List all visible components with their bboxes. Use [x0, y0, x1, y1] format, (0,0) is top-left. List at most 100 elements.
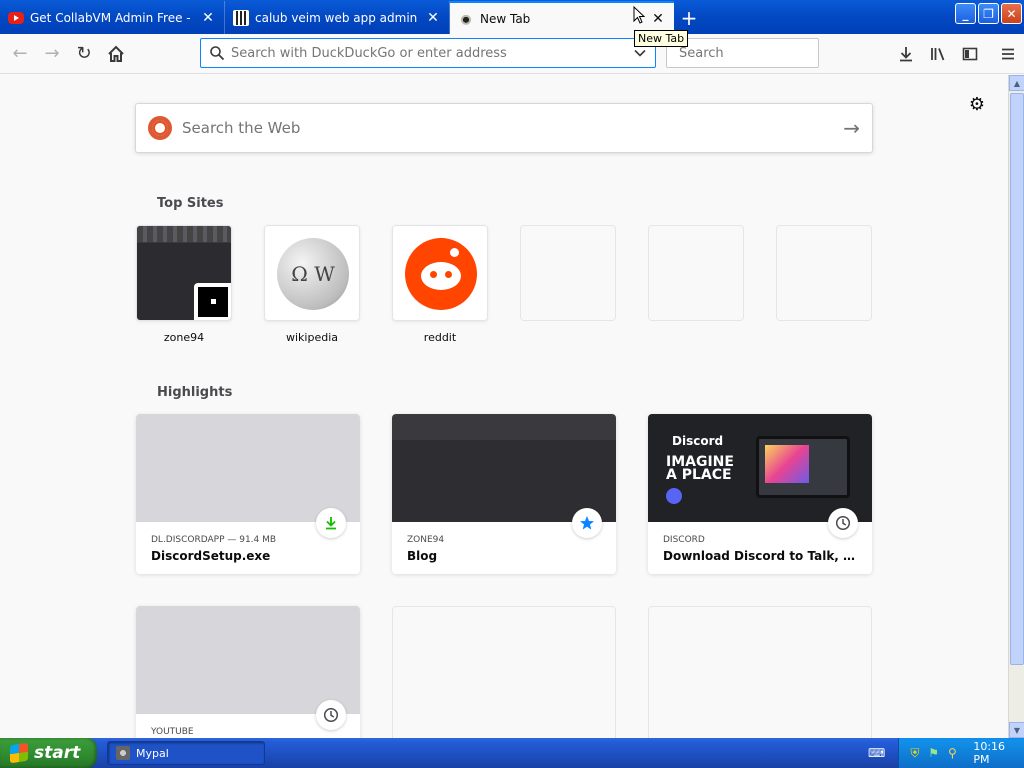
reload-icon: ↻	[76, 43, 92, 64]
discord-laptop-graphic	[756, 436, 850, 498]
card-source: DISCORD	[663, 535, 705, 545]
wikipedia-globe-icon: Ω W	[277, 238, 349, 310]
restore-button[interactable]: ❐	[978, 3, 999, 24]
forward-button[interactable]: →	[36, 38, 68, 70]
home-button[interactable]	[100, 38, 132, 70]
mypal-icon	[458, 10, 474, 27]
top-site-reddit[interactable]	[392, 225, 488, 321]
download-icon	[900, 47, 912, 62]
tab-tooltip: New Tab	[634, 30, 689, 47]
card-image	[136, 414, 360, 522]
start-button[interactable]: start	[0, 738, 97, 768]
address-input[interactable]	[231, 45, 633, 61]
top-site-zone94[interactable]	[136, 225, 232, 321]
duckduckgo-logo-icon	[148, 116, 172, 140]
keyboard-icon[interactable]: ⌨	[868, 746, 885, 760]
history-clock-icon	[316, 700, 346, 730]
card-image	[136, 606, 360, 714]
address-bar[interactable]	[200, 38, 656, 68]
plus-icon: +	[680, 5, 698, 30]
menu-button[interactable]	[992, 38, 1024, 70]
library-button[interactable]	[922, 38, 954, 70]
zone94-favicon-icon	[194, 283, 231, 320]
card-source: DL.DISCORDAPP — 91.4 MB	[151, 535, 277, 545]
highlight-card-empty	[392, 606, 616, 738]
top-site-wikipedia[interactable]: Ω W	[264, 225, 360, 321]
top-site-label: reddit	[423, 331, 457, 344]
discord-image-headline: IMAGINE A PLACE	[666, 454, 734, 483]
web-search-box[interactable]: →	[135, 103, 873, 153]
gear-icon: ⚙	[968, 93, 986, 115]
history-clock-icon	[828, 508, 858, 538]
web-search-input[interactable]	[182, 119, 844, 137]
tab-title: Get CollabVM Admin Free - YouTube	[30, 10, 194, 25]
card-title: Blog	[407, 549, 438, 563]
top-site-empty[interactable]	[648, 225, 744, 321]
close-window-button[interactable]: ✕	[1001, 3, 1022, 24]
scroll-down-button[interactable]: ▼	[1009, 722, 1024, 738]
tab-title: New Tab	[480, 11, 531, 26]
tab-strip: Get CollabVM Admin Free - YouTube ✕ calu…	[0, 0, 1024, 34]
download-icon	[316, 508, 346, 538]
highlight-card-youtube[interactable]: YOUTUBE	[136, 606, 360, 738]
back-arrow-icon: ←	[12, 43, 28, 64]
discord-image-wordmark: Discord	[672, 434, 724, 448]
window-controls: _ ❐ ✕	[955, 3, 1022, 24]
bookmark-star-icon	[572, 508, 602, 538]
back-button[interactable]: ←	[4, 38, 36, 70]
minimize-button[interactable]: _	[955, 3, 976, 24]
scroll-thumb[interactable]	[1010, 93, 1024, 665]
tab-exploit[interactable]: calub veim web app admin exploit ✕	[225, 1, 450, 34]
sidebar-icon	[962, 47, 978, 61]
search-bar[interactable]	[666, 38, 849, 68]
navigation-toolbar: ← → ↻	[0, 34, 1024, 74]
chevron-down-icon[interactable]	[633, 46, 647, 60]
system-tray: ⛨ ⚑ ⚲ 10:16 PM	[898, 738, 1024, 768]
taskbar-item-label: Mypal	[136, 746, 169, 760]
hamburger-menu-icon	[1002, 48, 1014, 60]
top-site-label: wikipedia	[285, 331, 338, 344]
discord-download-icon	[666, 488, 682, 504]
card-image: Discord IMAGINE A PLACE	[648, 414, 872, 522]
search-go-arrow-icon[interactable]: →	[843, 116, 860, 140]
start-label: start	[34, 743, 81, 763]
new-tab-page: ⚙ → Top Sites zone94 Ω W wikipedia reddi…	[0, 75, 1008, 738]
reddit-logo-icon	[405, 238, 477, 310]
windows-logo-icon	[10, 742, 28, 764]
top-sites-heading: Top Sites	[157, 196, 224, 211]
card-title: Download Discord to Talk, Chat, ...	[663, 549, 863, 563]
scroll-up-button[interactable]: ▲	[1009, 75, 1024, 91]
top-site-empty[interactable]	[776, 225, 872, 321]
close-tab-icon[interactable]: ✕	[200, 10, 216, 26]
tab-youtube[interactable]: Get CollabVM Admin Free - YouTube ✕	[0, 1, 225, 34]
page-settings-button[interactable]: ⚙	[966, 93, 988, 115]
tab-title: calub veim web app admin exploit	[255, 10, 419, 25]
close-tab-icon[interactable]: ✕	[425, 10, 441, 26]
card-source: YOUTUBE	[151, 727, 194, 737]
taskbar-item-mypal[interactable]: Mypal	[107, 741, 265, 765]
downloads-button[interactable]	[890, 38, 922, 70]
security-shield-icon[interactable]: ⛨	[907, 745, 923, 761]
highlight-card-discord[interactable]: Discord IMAGINE A PLACE DISCORD Download …	[648, 414, 872, 574]
close-tab-icon[interactable]: ✕	[650, 11, 666, 27]
network-icon[interactable]: ⚑	[926, 745, 942, 761]
highlight-card-zone94-blog[interactable]: ZONE94 Blog	[392, 414, 616, 574]
mouse-cursor-icon	[633, 6, 645, 24]
search-tray-icon[interactable]: ⚲	[945, 745, 961, 761]
card-image	[392, 414, 616, 522]
highlight-card-discordsetup[interactable]: DL.DISCORDAPP — 91.4 MB DiscordSetup.exe	[136, 414, 360, 574]
search-icon	[210, 46, 225, 61]
toolbar-icons	[890, 38, 1024, 70]
highlights-heading: Highlights	[157, 385, 233, 400]
reload-button[interactable]: ↻	[68, 38, 100, 70]
card-source: ZONE94	[407, 535, 445, 545]
vertical-scrollbar[interactable]: ▲ ▼	[1008, 75, 1024, 738]
top-site-label: zone94	[163, 331, 205, 344]
search-input[interactable]	[679, 45, 849, 61]
top-site-empty[interactable]	[520, 225, 616, 321]
forward-arrow-icon: →	[44, 43, 60, 64]
site-icon	[233, 9, 249, 26]
clock: 10:16 PM	[973, 740, 1006, 766]
sidebar-button[interactable]	[954, 38, 986, 70]
mypal-icon	[116, 746, 130, 760]
